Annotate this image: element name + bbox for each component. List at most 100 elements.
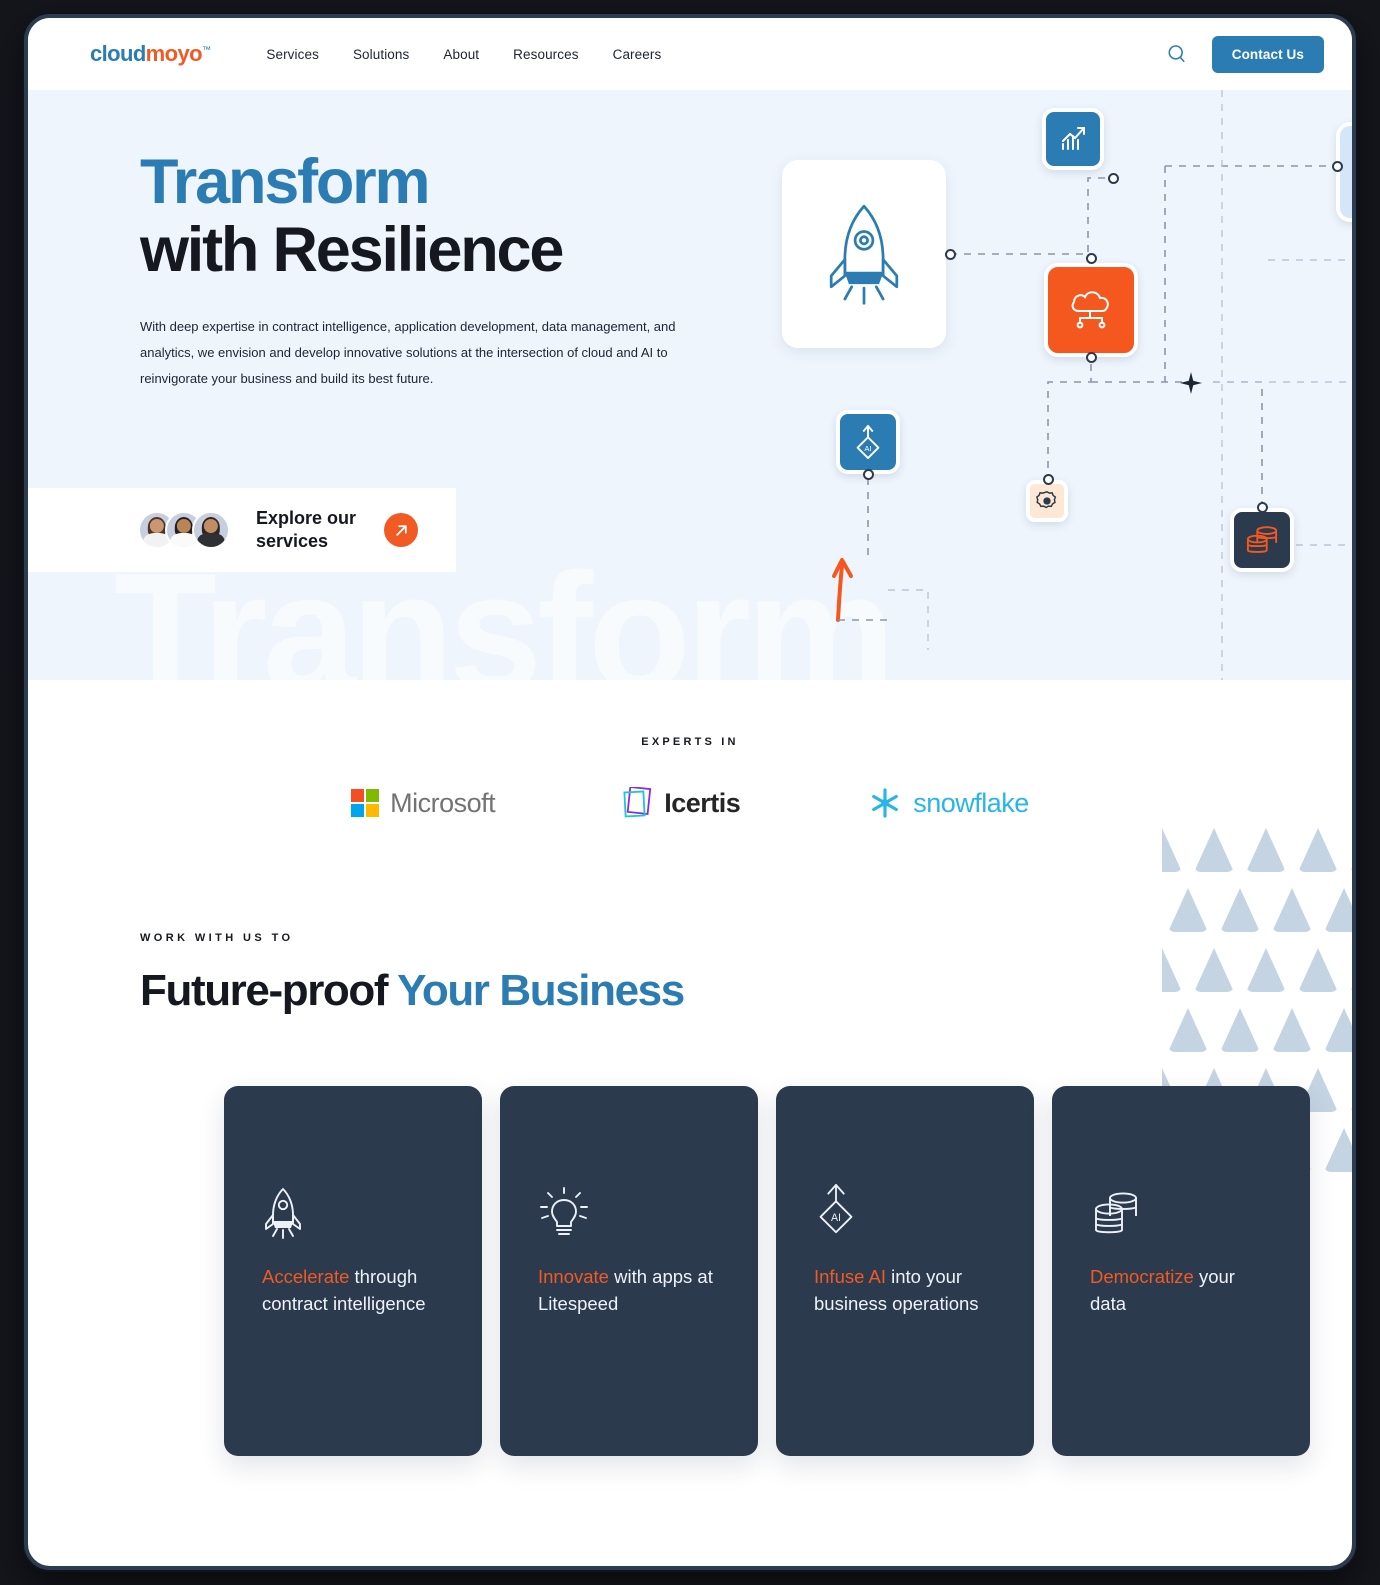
ai-node[interactable]: AI — [836, 410, 900, 474]
experts-label: EXPERTS IN — [641, 736, 739, 748]
cta-label-line-2: services — [256, 531, 329, 551]
brand-icertis[interactable]: Icertis — [623, 787, 741, 819]
browser-viewport: cloudmoyo™ Services Solutions About Reso… — [24, 14, 1356, 1570]
avatar — [192, 511, 230, 549]
card-emphasis: Innovate — [538, 1266, 609, 1287]
triangle-shape — [1194, 828, 1234, 872]
brand-name: Microsoft — [390, 787, 496, 818]
feature-card-accelerate[interactable]: Accelerate through contract intelligence — [224, 1086, 482, 1456]
section-title-accent: Your Business — [397, 966, 685, 1015]
database-icon — [1246, 526, 1278, 553]
connector-dot — [1043, 474, 1054, 485]
arrow-up-right-icon[interactable] — [384, 513, 419, 547]
hero-section: Transform AI Transform with Resilience W… — [28, 90, 1352, 680]
triangle-shape — [1168, 888, 1208, 932]
nav-item-solutions[interactable]: Solutions — [353, 47, 409, 62]
header-actions: Contact Us — [1164, 35, 1324, 73]
chart-growth-icon — [1062, 127, 1085, 150]
connector-dot — [945, 249, 956, 260]
feature-card-list: Accelerate through contract intelligence… — [224, 1086, 1352, 1456]
hero-copy: Transform with Resilience With deep expe… — [140, 148, 700, 392]
avatar-group — [138, 511, 230, 549]
ai-diamond-icon: AI — [814, 1178, 998, 1240]
triangle-shape — [1324, 1008, 1352, 1052]
connector-dot — [1086, 253, 1097, 264]
triangle-shape — [1246, 948, 1286, 992]
rocket-node[interactable] — [782, 160, 946, 348]
hero-title-line-1: Transform — [140, 147, 430, 217]
feature-card-innovate[interactable]: Innovate with apps at Litespeed — [500, 1086, 758, 1456]
lightbulb-icon — [538, 1178, 722, 1240]
microsoft-logo — [351, 789, 380, 817]
triangle-shape — [1220, 1008, 1260, 1052]
card-emphasis: Infuse AI — [814, 1266, 886, 1287]
security-badge-icon — [1036, 491, 1057, 509]
logo-trademark: ™ — [201, 44, 211, 55]
side-card-node[interactable] — [1336, 122, 1352, 222]
site-header: cloudmoyo™ Services Solutions About Reso… — [28, 18, 1352, 90]
triangle-shape — [1168, 1008, 1208, 1052]
triangle-shape — [1220, 888, 1260, 932]
triangle-shape — [1194, 948, 1234, 992]
brand-name: snowflake — [913, 787, 1029, 818]
page-title: Transform with Resilience — [140, 148, 700, 284]
feature-card-infuse-ai[interactable]: AI Infuse AI into your business operatio… — [776, 1086, 1034, 1456]
nav-item-careers[interactable]: Careers — [613, 47, 662, 62]
search-icon[interactable] — [1164, 41, 1190, 67]
triangle-shape — [1162, 948, 1182, 992]
ai-diamond-icon: AI — [856, 424, 880, 460]
svg-text:AI: AI — [831, 1212, 841, 1224]
sparkle-icon — [1180, 372, 1202, 394]
future-proof-section: WORK WITH US TO Future-proof Your Busine… — [28, 820, 1352, 1456]
hero-subtitle: With deep expertise in contract intellig… — [140, 319, 676, 387]
logo-part-cloud: cloud — [90, 41, 146, 66]
feature-card-democratize[interactable]: Democratize your data — [1052, 1086, 1310, 1456]
connector-dot — [863, 469, 874, 480]
svg-text:AI: AI — [864, 444, 871, 453]
connector-dot — [1108, 173, 1119, 184]
explore-services-cta[interactable]: Explore our services — [28, 488, 456, 572]
cta-label: Explore our services — [256, 507, 356, 554]
triangle-shape — [1162, 828, 1182, 872]
brand-logo-list: Microsoft Icertis snowflake — [28, 786, 1352, 820]
brand-snowflake[interactable]: snowflake — [868, 786, 1029, 820]
connector-dot — [1257, 502, 1268, 513]
card-emphasis: Accelerate — [262, 1266, 350, 1287]
section-title-dark: Future-proof — [140, 966, 398, 1015]
security-badge-node[interactable] — [1026, 480, 1068, 522]
triangle-shape — [1298, 948, 1338, 992]
cloud-network-icon — [1071, 291, 1109, 329]
card-text: Democratize your data — [1090, 1264, 1274, 1318]
database-node[interactable] — [1230, 508, 1294, 572]
connector-dot — [1332, 161, 1343, 172]
contact-us-button[interactable]: Contact Us — [1211, 35, 1324, 73]
nav-item-about[interactable]: About — [443, 47, 479, 62]
brand-microsoft[interactable]: Microsoft — [351, 787, 496, 819]
rocket-icon — [829, 204, 899, 305]
logo-part-moyo: moyo — [145, 41, 203, 66]
hero-title-line-2: with Resilience — [140, 215, 564, 286]
nav-item-resources[interactable]: Resources — [513, 47, 578, 62]
nav-item-services[interactable]: Services — [266, 47, 319, 62]
cta-label-line-1: Explore our — [256, 507, 357, 528]
triangle-shape — [1298, 828, 1338, 872]
snowflake-logo — [872, 788, 899, 818]
triangle-shape — [1324, 888, 1352, 932]
card-emphasis: Democratize — [1090, 1266, 1194, 1287]
brand-name: Icertis — [664, 787, 741, 818]
experts-section: EXPERTS IN Microsoft Icertis snowflake — [28, 680, 1352, 820]
database-icon — [1090, 1178, 1274, 1240]
triangle-shape — [1272, 888, 1312, 932]
triangle-shape — [1246, 828, 1286, 872]
triangle-shape — [1350, 948, 1352, 992]
cloud-node[interactable] — [1044, 263, 1138, 357]
main-navigation: Services Solutions About Resources Caree… — [266, 47, 661, 62]
card-text: Innovate with apps at Litespeed — [538, 1264, 722, 1318]
triangle-shape — [1350, 828, 1352, 872]
growth-chart-node[interactable] — [1042, 108, 1104, 170]
connector-dot — [1086, 352, 1097, 363]
card-text: Accelerate through contract intelligence — [262, 1264, 446, 1318]
rocket-icon — [262, 1178, 446, 1240]
icertis-logo — [623, 787, 652, 818]
cloudmoyo-logo[interactable]: cloudmoyo™ — [90, 41, 211, 67]
